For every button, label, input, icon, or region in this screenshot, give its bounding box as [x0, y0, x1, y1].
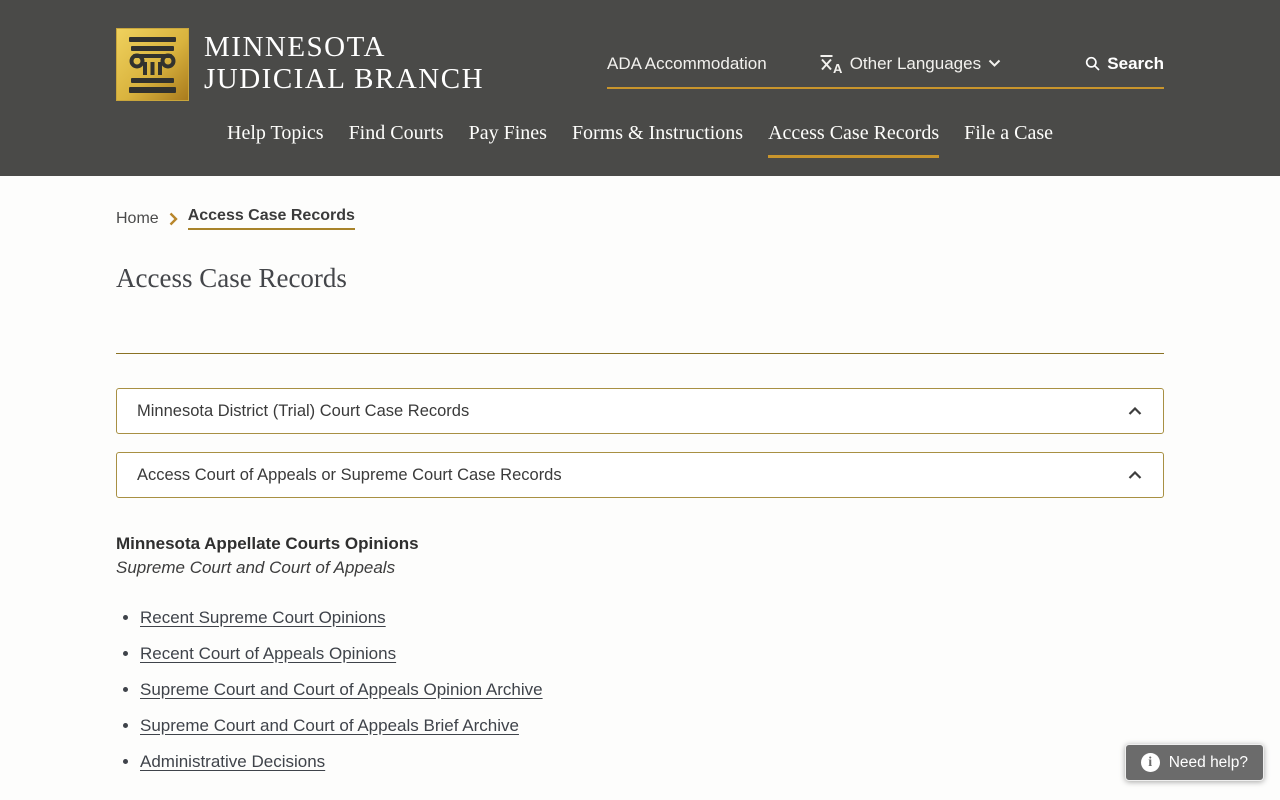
- nav-item-file-a-case[interactable]: File a Case: [964, 122, 1053, 158]
- link-administrative-decisions[interactable]: Administrative Decisions: [140, 752, 325, 771]
- accordion-label: Access Court of Appeals or Supreme Court…: [137, 465, 562, 484]
- nav-item-help-topics[interactable]: Help Topics: [227, 122, 324, 158]
- chevron-right-icon: [169, 212, 178, 226]
- opinion-links-list: Recent Supreme Court Opinions Recent Cou…: [116, 607, 1164, 773]
- svg-text:A: A: [833, 61, 843, 74]
- list-item: Supreme Court and Court of Appeals Opini…: [140, 679, 1164, 701]
- logo-text-line1: MINNESOTA: [204, 31, 386, 63]
- logo-text: MINNESOTA JUDICIAL BRANCH: [204, 31, 484, 95]
- link-opinion-archive[interactable]: Supreme Court and Court of Appeals Opini…: [140, 680, 543, 699]
- nav-item-forms-instructions[interactable]: Forms & Instructions: [572, 122, 743, 158]
- list-item: Supreme Court and Court of Appeals Brief…: [140, 715, 1164, 737]
- opinions-heading: Minnesota Appellate Courts Opinions: [116, 534, 419, 553]
- list-item: Recent Supreme Court Opinions: [140, 607, 1164, 629]
- column-icon: [116, 28, 189, 101]
- utility-nav: ADA Accommodation A Other Languages Sear…: [607, 40, 1164, 89]
- breadcrumb-home-link[interactable]: Home: [116, 210, 159, 228]
- page-title: Access Case Records: [116, 263, 347, 293]
- link-brief-archive[interactable]: Supreme Court and Court of Appeals Brief…: [140, 716, 519, 735]
- chevron-up-icon: [1128, 406, 1142, 415]
- need-help-label: Need help?: [1168, 753, 1248, 771]
- need-help-button[interactable]: i Need help?: [1124, 744, 1264, 781]
- logo[interactable]: MINNESOTA JUDICIAL BRANCH: [116, 28, 484, 101]
- search-button[interactable]: Search: [1085, 54, 1164, 74]
- breadcrumb: Home Access Case Records: [116, 207, 1164, 230]
- main-content: Home Access Case Records Access Case Rec…: [0, 207, 1280, 773]
- search-label: Search: [1107, 53, 1164, 73]
- list-item: Recent Court of Appeals Opinions: [140, 643, 1164, 665]
- nav-item-pay-fines[interactable]: Pay Fines: [469, 122, 547, 158]
- search-icon: [1086, 56, 1100, 71]
- breadcrumb-current[interactable]: Access Case Records: [187, 207, 355, 230]
- info-icon: i: [1140, 753, 1160, 772]
- site-header: MINNESOTA JUDICIAL BRANCH ADA Accommodat…: [0, 0, 1280, 176]
- list-item: Administrative Decisions: [140, 751, 1164, 773]
- nav-item-find-courts[interactable]: Find Courts: [349, 122, 444, 158]
- nav-item-access-case-records[interactable]: Access Case Records: [768, 122, 940, 158]
- accordion-district-court-records[interactable]: Minnesota District (Trial) Court Case Re…: [116, 388, 1164, 434]
- ada-accommodation-link[interactable]: ADA Accommodation: [607, 54, 767, 74]
- accordion-appeals-supreme-records[interactable]: Access Court of Appeals or Supreme Court…: [116, 452, 1164, 498]
- main-nav: Help Topics Find Courts Pay Fines Forms …: [116, 122, 1164, 158]
- chevron-down-icon: [988, 59, 1001, 67]
- link-recent-court-of-appeals-opinions[interactable]: Recent Court of Appeals Opinions: [140, 644, 396, 663]
- opinions-subheading: Supreme Court and Court of Appeals: [116, 558, 396, 577]
- link-recent-supreme-court-opinions[interactable]: Recent Supreme Court Opinions: [140, 608, 386, 627]
- logo-text-line2: JUDICIAL BRANCH: [204, 63, 485, 95]
- content-divider: [116, 353, 1164, 354]
- other-languages-label: Other Languages: [849, 53, 982, 73]
- translate-icon: A: [820, 55, 843, 74]
- other-languages-menu[interactable]: A Other Languages: [819, 53, 1001, 74]
- chevron-up-icon: [1128, 470, 1142, 479]
- accordion-label: Minnesota District (Trial) Court Case Re…: [137, 401, 470, 420]
